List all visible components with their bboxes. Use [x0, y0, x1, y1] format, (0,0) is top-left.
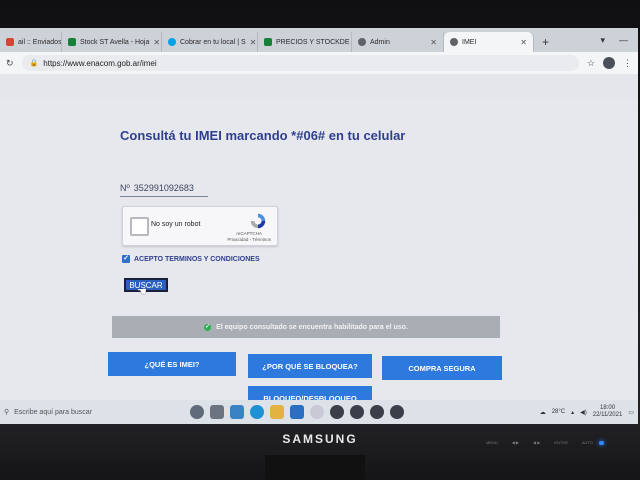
app-icon[interactable] [370, 405, 384, 419]
task-view-icon[interactable] [210, 405, 224, 419]
monitor-stand [265, 455, 365, 480]
monitor-buttons: MENU ◀/▶ ◀ ▶ ENTER AUTO [486, 440, 593, 445]
app-icon[interactable] [330, 405, 344, 419]
captcha-label: No soy un robot [151, 221, 201, 228]
close-icon[interactable]: ✕ [520, 38, 527, 47]
address-bar[interactable]: 🔒 https://www.enacom.gob.ar/imei [21, 55, 579, 71]
cortana-icon[interactable] [190, 405, 204, 419]
close-icon[interactable]: ✕ [153, 38, 160, 47]
sheets-icon [264, 38, 272, 46]
tab-cobrar[interactable]: Cobrar en tu local | S ✕ [162, 32, 258, 52]
screen: ail :: Enviados ✕ Stock ST Avella - Hoja… [0, 28, 638, 424]
monitor-arrow-button[interactable]: ◀ ▶ [533, 440, 540, 445]
clock-time: 18:00 [600, 405, 616, 411]
taskbar-search-placeholder: Escribe aquí para buscar [14, 408, 92, 416]
notification-icon[interactable]: ▭ [628, 409, 634, 416]
imei-prefix: Nº [120, 183, 130, 193]
tab-strip: ail :: Enviados ✕ Stock ST Avella - Hoja… [0, 28, 638, 52]
network-icon[interactable]: ▴ [571, 409, 574, 416]
mercadopago-icon [168, 38, 176, 46]
windows-taskbar: ⚲ Escribe aquí para buscar ☁ 28°C ▴ ◀) 1… [0, 400, 638, 424]
close-icon[interactable]: ✕ [250, 38, 257, 47]
result-banner: ✓ El equipo consultado se encuentra habi… [112, 316, 500, 338]
app-icon[interactable] [350, 405, 364, 419]
imei-input[interactable]: Nº 352991092683 [120, 180, 208, 197]
monitor-nav-button[interactable]: ◀/▶ [512, 440, 519, 445]
edge-icon[interactable] [250, 405, 264, 419]
clock-date: 22/11/2021 [592, 412, 623, 418]
monitor-enter-button[interactable]: ENTER [554, 440, 568, 445]
close-icon[interactable]: ✕ [430, 38, 437, 47]
lock-icon: 🔒 [29, 60, 39, 67]
tab-label: Admin [370, 38, 390, 46]
terms-label: ACEPTO TERMINOS Y CONDICIONES [134, 255, 260, 263]
tab-label: PRECIOS Y STOCKDE [276, 38, 350, 46]
profile-avatar[interactable] [603, 57, 615, 69]
what-is-imei-button[interactable]: ¿QUÉ ES IMEI? [108, 352, 236, 376]
taskbar-search[interactable]: ⚲ Escribe aquí para buscar [4, 404, 154, 420]
weather-icon: ☁ [539, 409, 546, 416]
tab-email[interactable]: ail :: Enviados ✕ [0, 32, 62, 52]
captcha-brand-block: reCAPTCHA Privacidad - Términos [227, 231, 271, 243]
weather-temp: 28°C [551, 409, 566, 415]
monitor-menu-button[interactable]: MENU [486, 440, 498, 445]
captcha-links[interactable]: Privacidad - Términos [227, 237, 271, 243]
desktop-icon[interactable] [230, 405, 244, 419]
tab-precios[interactable]: PRECIOS Y STOCKDE ✕ [258, 32, 352, 52]
monitor-auto-button[interactable]: AUTO [582, 440, 593, 445]
page-content: Consultá tu IMEI marcando *#06# en tu ce… [0, 98, 638, 424]
tab-label: IMEI [462, 38, 477, 46]
tab-label: ail :: Enviados [18, 38, 62, 46]
minimize-icon[interactable]: ▾ [600, 35, 605, 46]
captcha-checkbox[interactable] [130, 217, 149, 236]
globe-icon [358, 38, 366, 46]
tab-stock[interactable]: Stock ST Avella - Hoja ✕ [62, 32, 162, 52]
safe-purchase-button[interactable]: COMPRA SEGURA [382, 356, 502, 380]
imei-value: 352991092683 [133, 183, 194, 193]
check-circle-icon: ✓ [204, 323, 212, 331]
app-icon[interactable] [390, 405, 404, 419]
checkmark-icon[interactable]: ✓ [122, 255, 130, 263]
tab-admin[interactable]: Admin ✕ [352, 32, 444, 52]
reload-icon[interactable]: ↻ [6, 58, 14, 69]
recaptcha-widget: No soy un robot reCAPTCHA Privacidad - T… [122, 206, 278, 246]
system-tray: ☁ 28°C ▴ ◀) 18:00 22/11/2021 ▭ [540, 405, 634, 419]
hand-cursor-icon: ☚ [137, 286, 147, 298]
result-message: El equipo consultado se encuentra habili… [216, 323, 408, 331]
new-tab-button[interactable]: + [534, 32, 557, 52]
clock[interactable]: 18:00 22/11/2021 [593, 405, 623, 419]
url-text: https://www.enacom.gob.ar/imei [43, 58, 157, 68]
power-led [599, 441, 604, 445]
window-controls: ▾ — [590, 28, 638, 52]
page-title: Consultá tu IMEI marcando *#06# en tu ce… [120, 128, 406, 143]
globe-icon [450, 38, 458, 46]
sheets-icon [68, 38, 76, 46]
gmail-icon [6, 38, 14, 46]
tab-label: Stock ST Avella - Hoja [80, 38, 150, 46]
menu-icon[interactable]: ⋮ [623, 58, 632, 69]
bookmark-star-icon[interactable]: ☆ [587, 58, 595, 69]
search-icon: ⚲ [4, 409, 10, 416]
terms-checkbox-row[interactable]: ✓ ACEPTO TERMINOS Y CONDICIONES [122, 255, 260, 263]
why-blocked-button[interactable]: ¿POR QUÉ SE BLOQUEA? [248, 354, 372, 378]
volume-icon[interactable]: ◀) [580, 409, 587, 416]
tab-imei[interactable]: IMEI ✕ [444, 32, 534, 52]
minimize-window-icon[interactable]: — [619, 35, 628, 45]
mail-icon[interactable] [290, 405, 304, 419]
recaptcha-icon [250, 213, 266, 229]
browser-toolbar: ↻ 🔒 https://www.enacom.gob.ar/imei ☆ ⋮ [0, 52, 638, 74]
tab-label: Cobrar en tu local | S [180, 38, 246, 46]
chrome-icon[interactable] [310, 405, 324, 419]
folder-icon[interactable] [270, 405, 284, 419]
